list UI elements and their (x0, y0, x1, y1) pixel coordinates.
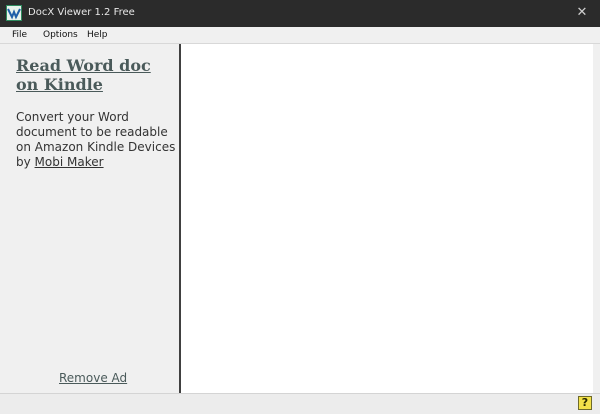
status-bar: ? (0, 393, 600, 414)
remove-ad-link[interactable]: Remove Ad (59, 371, 127, 386)
app-window: DocX Viewer 1.2 Free ✕ File Options Help… (0, 0, 600, 414)
close-icon[interactable]: ✕ (574, 5, 590, 21)
ad-title-link[interactable]: Read Word doc on Kindle (16, 56, 176, 94)
help-icon[interactable]: ? (578, 396, 592, 410)
title-bar: DocX Viewer 1.2 Free ✕ (0, 0, 600, 27)
ad-description: Convert your Word document to be readabl… (16, 110, 178, 170)
document-viewer[interactable] (181, 44, 593, 393)
menu-file[interactable]: File (12, 29, 27, 41)
menu-bar: File Options Help (0, 27, 600, 44)
menu-options[interactable]: Options (43, 29, 78, 41)
window-right-border (593, 44, 600, 393)
menu-help[interactable]: Help (87, 29, 108, 41)
app-icon (6, 5, 22, 21)
mobi-maker-link[interactable]: Mobi Maker (35, 155, 104, 169)
ad-panel: Read Word doc on Kindle Convert your Wor… (7, 44, 179, 393)
window-title: DocX Viewer 1.2 Free (28, 7, 135, 18)
